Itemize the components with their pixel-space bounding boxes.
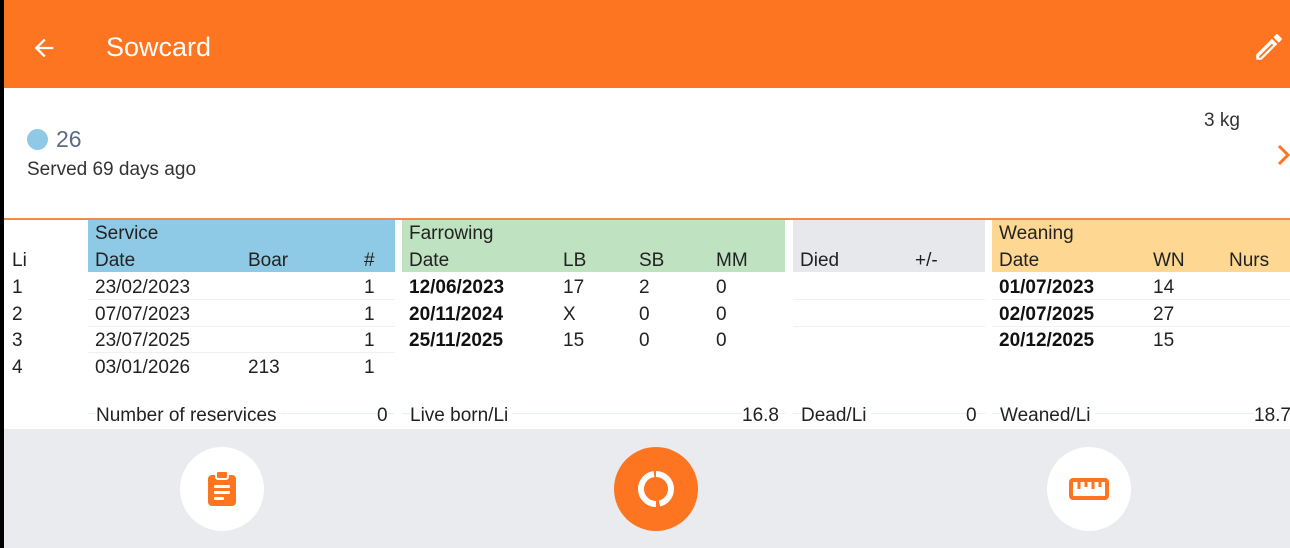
service-date-cell: 23/07/2025 bbox=[95, 330, 191, 351]
farrowing-date-header: Date bbox=[409, 250, 450, 271]
farrowing-date-cell: 25/11/2025 bbox=[409, 330, 504, 351]
service-date-cell: 03/01/2026 bbox=[95, 357, 191, 378]
chevron-right-icon[interactable] bbox=[1276, 143, 1290, 167]
row-divider bbox=[88, 299, 395, 300]
cycle-button[interactable] bbox=[614, 447, 698, 531]
wn-cell: 14 bbox=[1153, 277, 1175, 298]
liveborn-label: Live born/Li bbox=[410, 405, 513, 427]
service-date-header: Date bbox=[95, 250, 136, 271]
weaning-date-header: Date bbox=[999, 250, 1040, 271]
cycle-icon bbox=[637, 471, 674, 507]
ruler-icon bbox=[1069, 478, 1109, 500]
weaning-date-cell: 01/07/2023 bbox=[999, 277, 1095, 298]
ruler-button[interactable] bbox=[1047, 447, 1131, 531]
service-title: Service bbox=[95, 223, 159, 244]
dead-label: Dead/Li bbox=[801, 405, 871, 427]
page-title: Sowcard bbox=[106, 32, 212, 62]
lb-cell: 17 bbox=[563, 277, 585, 298]
sb-cell: 0 bbox=[639, 330, 650, 351]
li-cell: 3 bbox=[12, 330, 23, 351]
litter-table: Li Service Date Boar # Farrowing Date LB… bbox=[4, 220, 1290, 429]
li-column-header: Li bbox=[12, 250, 27, 271]
sb-header: SB bbox=[639, 250, 665, 271]
service-date-cell: 07/07/2023 bbox=[95, 304, 191, 325]
lb-header: LB bbox=[563, 250, 587, 271]
boar-cell: 213 bbox=[248, 357, 280, 378]
wn-cell: 27 bbox=[1153, 304, 1175, 325]
sb-cell: 0 bbox=[639, 304, 650, 325]
li-cell: 2 bbox=[12, 304, 23, 325]
farrowing-date-cell: 12/06/2023 bbox=[409, 277, 505, 298]
count-cell: 1 bbox=[364, 304, 375, 325]
plusminus-header: +/- bbox=[915, 250, 938, 271]
row-divider bbox=[88, 352, 395, 353]
clipboard-button[interactable] bbox=[180, 447, 264, 531]
mm-header: MM bbox=[716, 250, 748, 271]
clipboard-icon bbox=[208, 470, 236, 506]
served-status: Served 69 days ago bbox=[27, 159, 197, 180]
wn-header: WN bbox=[1153, 250, 1185, 271]
count-cell: 1 bbox=[364, 357, 375, 378]
weaned-label: Weaned/Li bbox=[1000, 405, 1095, 427]
weaned-value: 18.7 bbox=[1254, 405, 1290, 427]
status-dot bbox=[27, 129, 48, 150]
mm-cell: 0 bbox=[716, 330, 727, 351]
farrowing-date-cell: 20/11/2024 bbox=[409, 304, 504, 325]
liveborn-value: 16.8 bbox=[742, 405, 779, 427]
sow-number: 26 bbox=[56, 126, 82, 152]
reservices-value: 0 bbox=[377, 405, 388, 427]
dead-value: 0 bbox=[966, 405, 977, 427]
weaning-date-cell: 02/07/2025 bbox=[999, 304, 1095, 325]
row-divider bbox=[793, 299, 985, 300]
weaning-date-cell: 20/12/2025 bbox=[999, 330, 1095, 351]
died-header-label: Died bbox=[800, 250, 840, 271]
pencil-icon[interactable] bbox=[1252, 30, 1286, 64]
li-cell: 1 bbox=[12, 277, 23, 298]
row-divider bbox=[793, 326, 985, 327]
boar-header: Boar bbox=[248, 250, 289, 271]
row-divider bbox=[88, 326, 395, 327]
mm-cell: 0 bbox=[716, 304, 727, 325]
lb-cell: X bbox=[563, 304, 576, 325]
wn-cell: 15 bbox=[1153, 330, 1175, 351]
action-bar bbox=[4, 429, 1290, 548]
sow-weight: 3 kg bbox=[1204, 110, 1240, 131]
row-divider bbox=[992, 299, 1290, 300]
mm-cell: 0 bbox=[716, 277, 727, 298]
li-cell: 4 bbox=[12, 357, 23, 378]
service-date-cell: 23/02/2023 bbox=[95, 277, 191, 298]
lb-cell: 15 bbox=[563, 330, 585, 351]
weaning-title: Weaning bbox=[999, 223, 1074, 244]
count-cell: 1 bbox=[364, 277, 375, 298]
row-divider bbox=[992, 326, 1290, 327]
farrowing-title: Farrowing bbox=[409, 223, 494, 244]
count-header: # bbox=[364, 250, 375, 271]
count-cell: 1 bbox=[364, 330, 375, 351]
sb-cell: 2 bbox=[639, 277, 650, 298]
sow-summary[interactable]: 26 Served 69 days ago 3 kg bbox=[4, 88, 1290, 220]
app-bar: Sowcard bbox=[4, 0, 1290, 88]
reservices-label: Number of reservices bbox=[96, 405, 281, 427]
arrow-back-icon[interactable] bbox=[30, 34, 58, 62]
nurs-header: Nurs bbox=[1229, 250, 1270, 271]
